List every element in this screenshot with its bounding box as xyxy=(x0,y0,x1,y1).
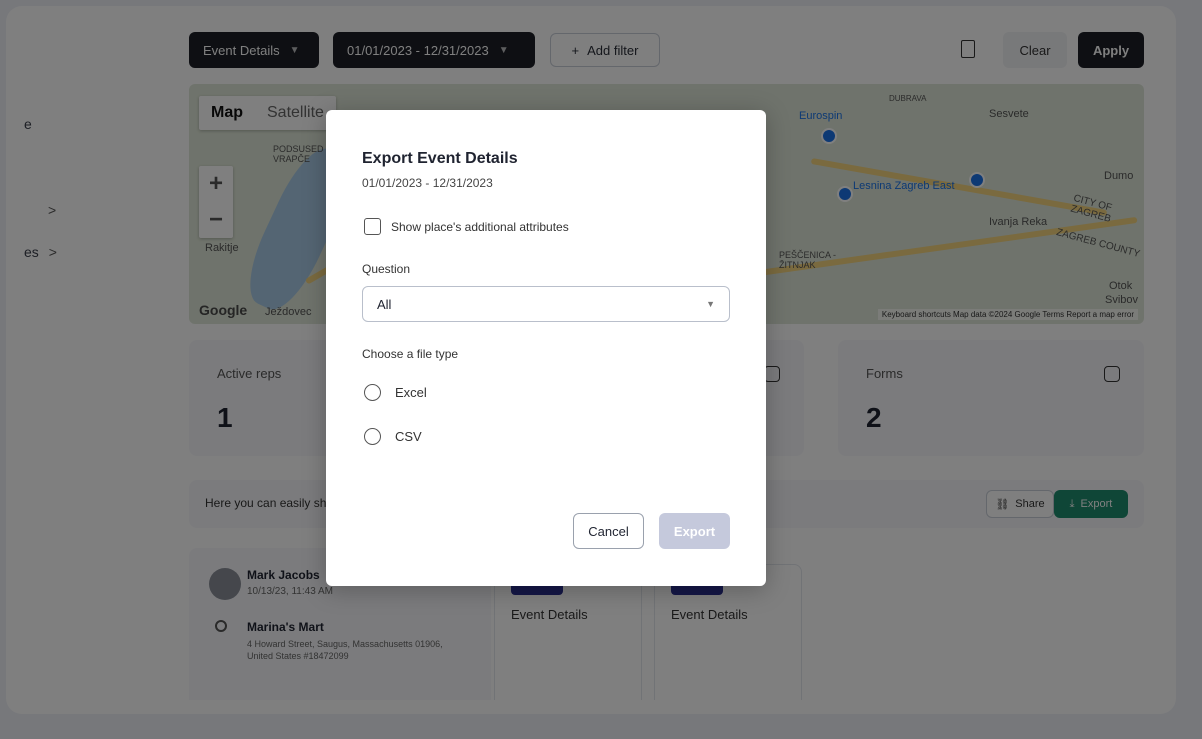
file-type-label: Choose a file type xyxy=(362,347,459,361)
file-type-csv[interactable]: CSV xyxy=(364,428,422,445)
export-dialog: Export Event Details 01/01/2023 - 12/31/… xyxy=(326,110,766,586)
cancel-button[interactable]: Cancel xyxy=(573,513,644,549)
excel-radio[interactable] xyxy=(364,384,381,401)
chevron-down-icon: ▼ xyxy=(706,299,715,309)
dialog-date-range: 01/01/2023 - 12/31/2023 xyxy=(362,176,493,190)
additional-attributes-checkbox[interactable] xyxy=(364,218,381,235)
question-label: Question xyxy=(362,262,411,276)
checkbox-label: Show place's additional attributes xyxy=(391,219,569,234)
radio-label: CSV xyxy=(395,429,422,444)
csv-radio[interactable] xyxy=(364,428,381,445)
dialog-title: Export Event Details xyxy=(362,150,518,167)
export-button[interactable]: Export xyxy=(659,513,730,549)
question-select-value: All xyxy=(377,296,392,312)
radio-label: Excel xyxy=(395,385,427,400)
additional-attributes-option[interactable]: Show place's additional attributes xyxy=(364,218,569,235)
file-type-excel[interactable]: Excel xyxy=(364,384,427,401)
question-select[interactable]: All ▼ xyxy=(362,286,730,322)
